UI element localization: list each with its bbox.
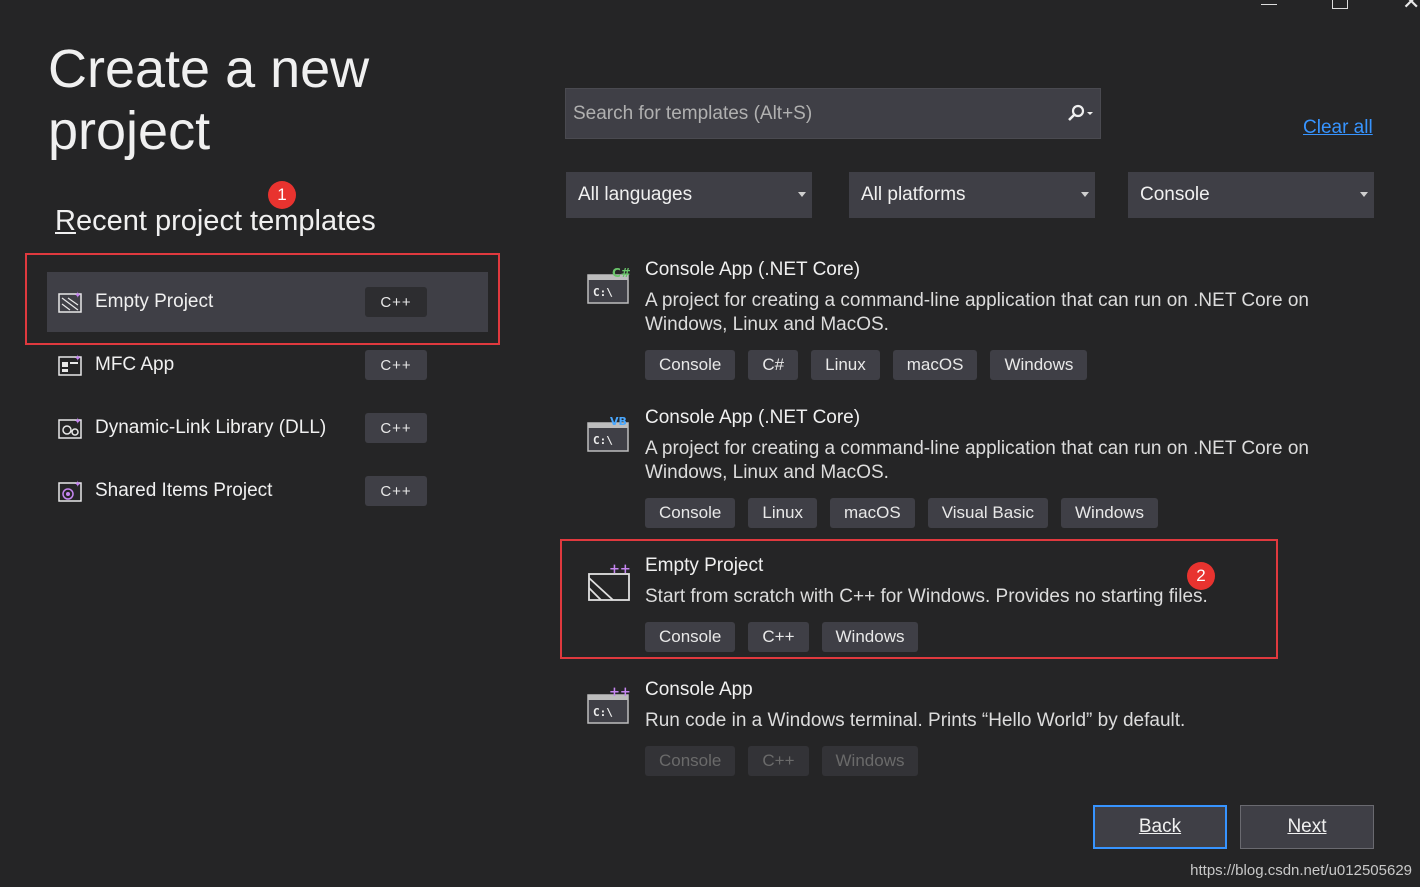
dll-icon: ✦ bbox=[58, 415, 84, 441]
template-description: A project for creating a command-line ap… bbox=[645, 438, 1309, 483]
tag: macOS bbox=[830, 498, 915, 528]
console-app-icon: C:\ C# bbox=[585, 265, 631, 305]
shared-items-icon: ✦ bbox=[58, 478, 84, 504]
tag: Visual Basic bbox=[927, 498, 1048, 528]
cpp-badge: ++ bbox=[609, 685, 631, 700]
recent-heading-accesskey: R bbox=[55, 205, 76, 237]
chevron-down-icon bbox=[1360, 192, 1368, 197]
template-tags: Console C++ Windows bbox=[645, 746, 919, 776]
recent-item-dll[interactable]: ✦ Dynamic-Link Library (DLL) C++ bbox=[47, 398, 488, 458]
template-name: Console App bbox=[645, 679, 753, 700]
tag: C# bbox=[748, 350, 799, 380]
language-badge: C++ bbox=[365, 350, 427, 380]
template-console-app-cpp[interactable]: C:\ ++ Console App Run code in a Windows … bbox=[585, 679, 1305, 779]
platform-filter-dropdown[interactable]: All platforms bbox=[849, 172, 1095, 218]
template-tags: Console C# Linux macOS Windows bbox=[645, 350, 1088, 380]
page-title: Create a new project bbox=[48, 39, 370, 161]
recent-item-label: Dynamic-Link Library (DLL) bbox=[95, 417, 327, 438]
svg-text:✦: ✦ bbox=[74, 480, 82, 490]
tag: Console bbox=[645, 746, 736, 776]
console-app-icon: C:\ VB bbox=[585, 413, 631, 453]
search-input[interactable] bbox=[566, 101, 1060, 126]
tag: Windows bbox=[821, 746, 919, 776]
recent-templates-heading: Recent project templates bbox=[55, 205, 376, 238]
annotation-badge-2: 2 bbox=[1187, 562, 1215, 590]
annotation-badge-1: 1 bbox=[268, 181, 296, 209]
template-name: Console App (.NET Core) bbox=[645, 259, 861, 280]
template-console-app-csharp[interactable]: C:\ C# Console App (.NET Core) A project … bbox=[585, 259, 1309, 384]
tag: macOS bbox=[892, 350, 978, 380]
annotation-box-1 bbox=[25, 253, 500, 345]
tag: Linux bbox=[748, 498, 818, 528]
language-badge: C++ bbox=[365, 476, 427, 506]
tag: Console bbox=[645, 498, 736, 528]
mfc-app-icon: ✦ bbox=[58, 352, 84, 378]
svg-text:C:\: C:\ bbox=[593, 434, 613, 447]
csharp-badge: C# bbox=[612, 266, 631, 280]
language-badge: C++ bbox=[365, 413, 427, 443]
svg-text:✦: ✦ bbox=[74, 417, 82, 427]
recent-item-shared-items[interactable]: ✦ Shared Items Project C++ bbox=[47, 461, 488, 521]
language-filter-value: All languages bbox=[578, 184, 693, 205]
clear-all-link[interactable]: Clear all bbox=[1303, 117, 1373, 139]
tag: Windows bbox=[1061, 498, 1158, 528]
close-button[interactable]: ✕ bbox=[1402, 0, 1420, 13]
svg-text:✦: ✦ bbox=[74, 354, 82, 364]
language-filter-dropdown[interactable]: All languages bbox=[566, 172, 812, 218]
template-console-app-vb[interactable]: C:\ VB Console App (.NET Core) A project … bbox=[585, 407, 1309, 532]
tag: Linux bbox=[811, 350, 880, 380]
recent-item-label: MFC App bbox=[95, 354, 175, 375]
next-button[interactable]: Next bbox=[1240, 805, 1374, 849]
svg-text:C:\: C:\ bbox=[593, 286, 613, 299]
back-button[interactable]: Back bbox=[1093, 805, 1227, 849]
template-tags: Console Linux macOS Visual Basic Windows bbox=[645, 498, 1158, 528]
template-name: Console App (.NET Core) bbox=[645, 407, 861, 428]
recent-heading-rest: ecent project templates bbox=[75, 205, 376, 237]
svg-text:C:\: C:\ bbox=[593, 706, 613, 719]
project-type-filter-value: Console bbox=[1140, 184, 1210, 205]
chevron-down-icon bbox=[798, 192, 806, 197]
tag: Windows bbox=[990, 350, 1088, 380]
tag: Console bbox=[645, 350, 736, 380]
template-search[interactable] bbox=[565, 88, 1101, 139]
minimize-button[interactable] bbox=[1261, 0, 1277, 5]
search-icon[interactable] bbox=[1060, 94, 1100, 134]
project-type-filter-dropdown[interactable]: Console bbox=[1128, 172, 1374, 218]
console-app-icon: C:\ ++ bbox=[585, 685, 631, 725]
chevron-down-icon bbox=[1081, 192, 1089, 197]
template-description: A project for creating a command-line ap… bbox=[645, 290, 1309, 335]
annotation-box-2 bbox=[560, 539, 1278, 659]
vb-badge: VB bbox=[610, 415, 627, 428]
maximize-button[interactable] bbox=[1332, 0, 1348, 9]
platform-filter-value: All platforms bbox=[861, 184, 966, 205]
tag: C++ bbox=[748, 746, 809, 776]
recent-item-label: Shared Items Project bbox=[95, 480, 273, 501]
template-description: Run code in a Windows terminal. Prints “… bbox=[645, 710, 1186, 731]
watermark-url: https://blog.csdn.net/u012505629 bbox=[1190, 862, 1412, 879]
